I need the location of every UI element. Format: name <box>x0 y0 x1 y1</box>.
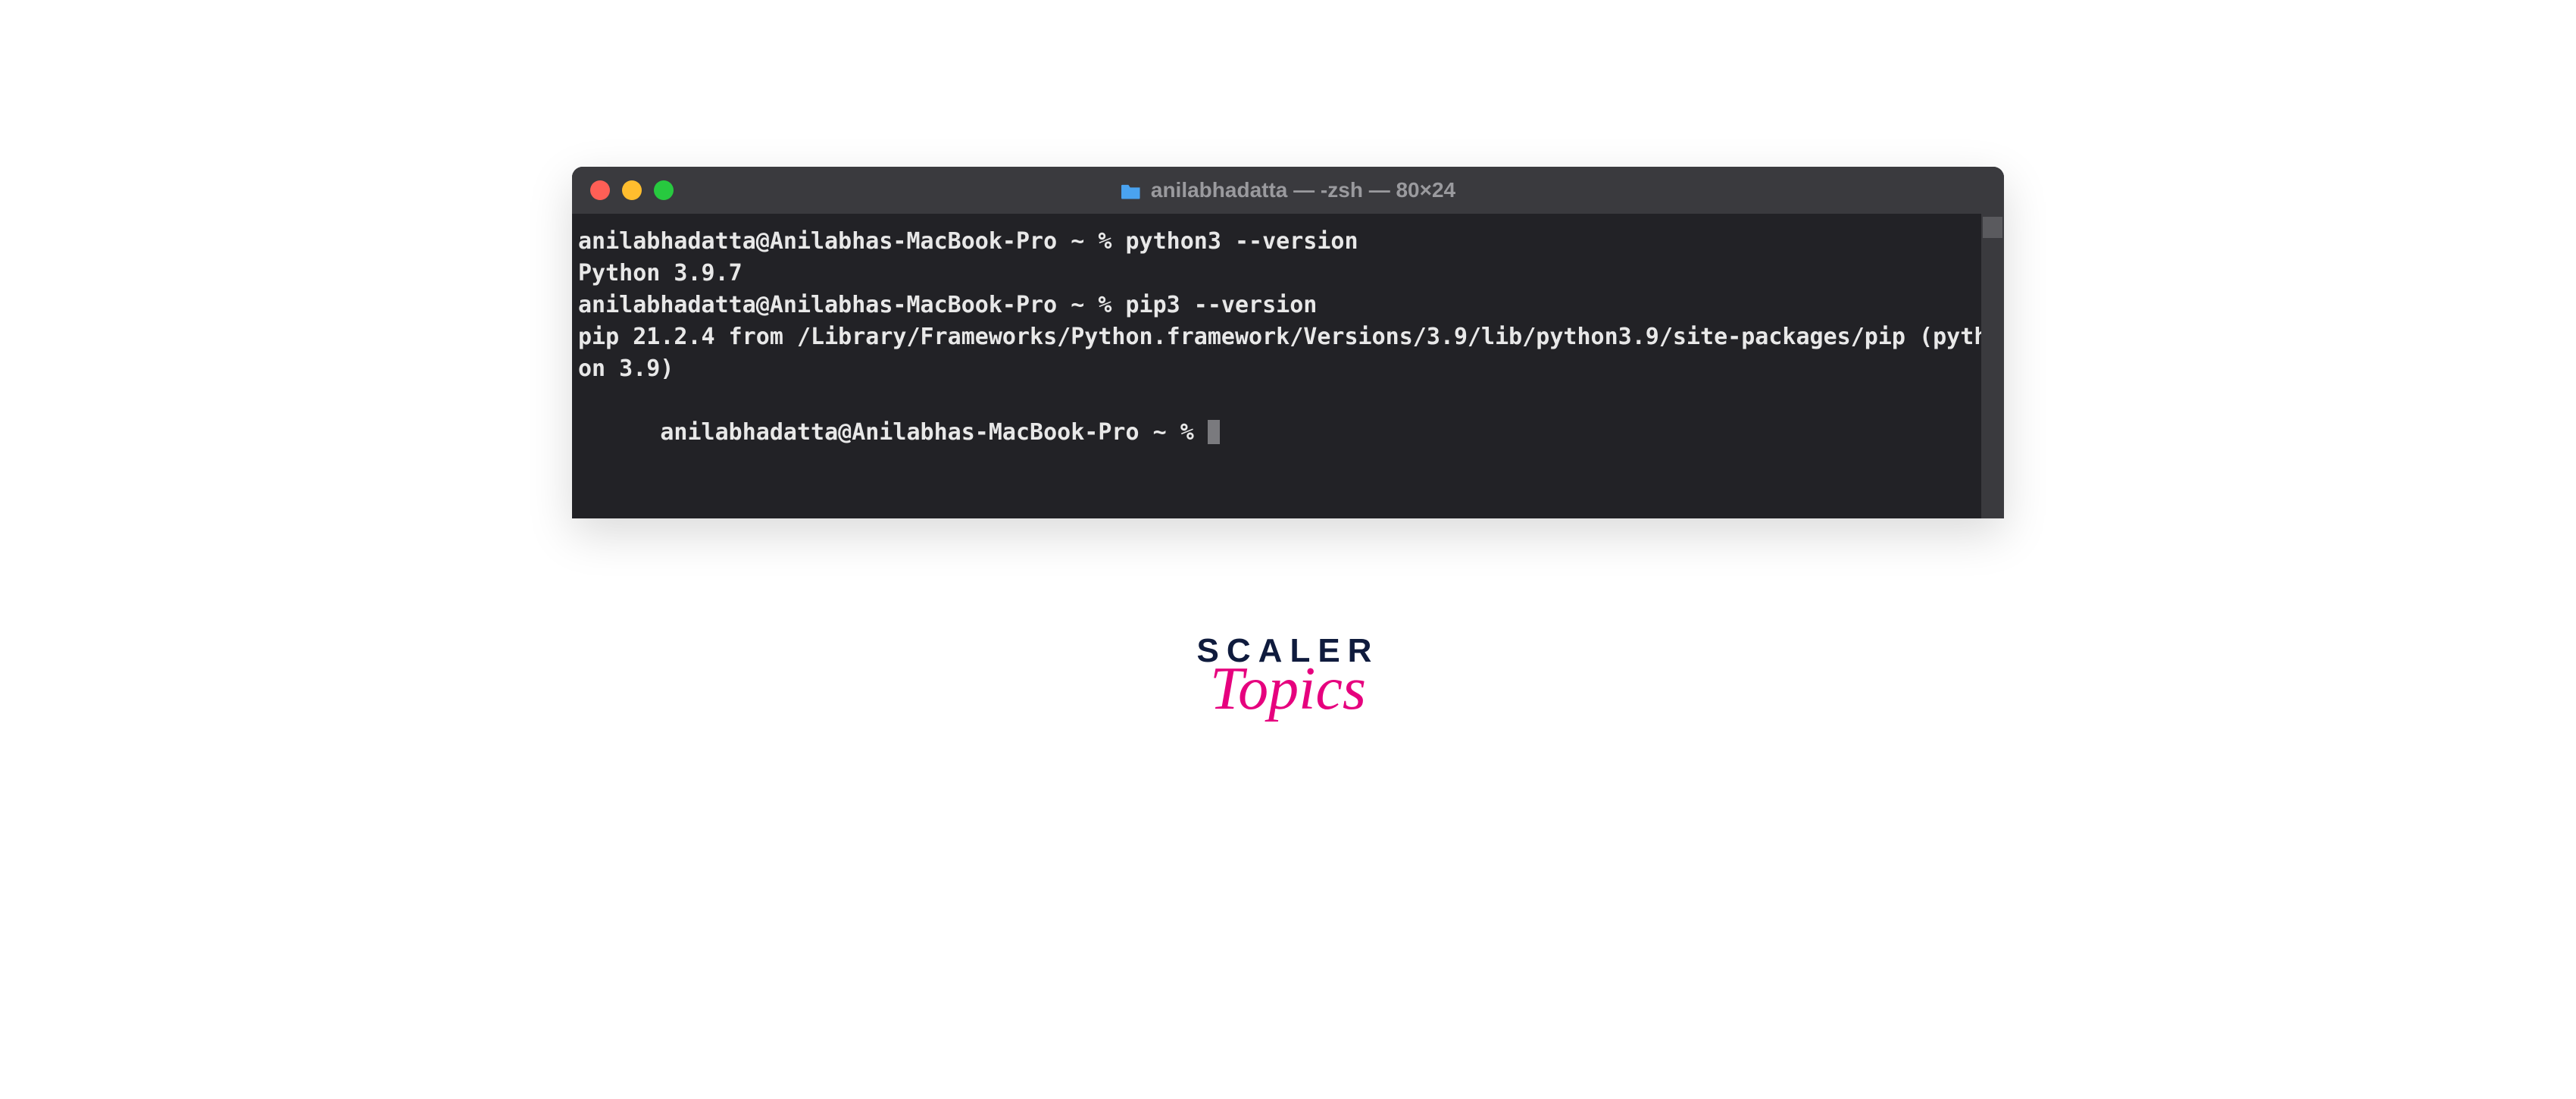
brand-logo: SCALER Topics <box>1197 632 1380 724</box>
title-bar: anilabhadatta — -zsh — 80×24 <box>572 167 2004 214</box>
terminal-body[interactable]: anilabhadatta@Anilabhas-MacBook-Pro ~ % … <box>572 214 2004 518</box>
cursor <box>1208 420 1220 444</box>
terminal-window: anilabhadatta — -zsh — 80×24 anilabhadat… <box>572 167 2004 518</box>
window-title-text: anilabhadatta — -zsh — 80×24 <box>1151 178 1455 202</box>
terminal-line: Python 3.9.7 <box>578 258 2001 290</box>
traffic-lights <box>590 180 674 200</box>
window-title: anilabhadatta — -zsh — 80×24 <box>1121 178 1455 202</box>
terminal-line: pip 21.2.4 from /Library/Frameworks/Pyth… <box>578 321 2001 385</box>
terminal-prompt: anilabhadatta@Anilabhas-MacBook-Pro ~ % <box>660 419 1207 446</box>
folder-icon <box>1121 181 1142 199</box>
scrollbar-track[interactable] <box>1981 214 2004 518</box>
maximize-button[interactable] <box>654 180 674 200</box>
brand-topics-text: Topics <box>1210 655 1366 724</box>
scrollbar-thumb[interactable] <box>1983 217 2002 238</box>
terminal-prompt-line: anilabhadatta@Anilabhas-MacBook-Pro ~ % <box>578 385 2001 481</box>
terminal-line: anilabhadatta@Anilabhas-MacBook-Pro ~ % … <box>578 226 2001 258</box>
close-button[interactable] <box>590 180 610 200</box>
terminal-line: anilabhadatta@Anilabhas-MacBook-Pro ~ % … <box>578 290 2001 321</box>
minimize-button[interactable] <box>622 180 642 200</box>
